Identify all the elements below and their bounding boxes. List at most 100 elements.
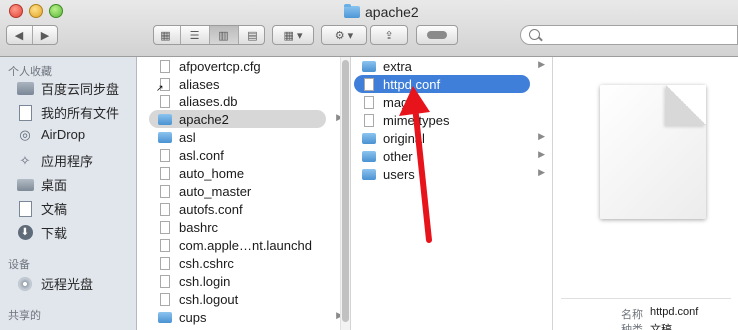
item-label: autofs.conf	[179, 201, 243, 217]
item-label: csh.logout	[179, 291, 239, 307]
item-label: auto_home	[179, 165, 245, 181]
sidebar-item-baidu-sync[interactable]: 百度云同步盘	[16, 79, 119, 98]
tag-button[interactable]	[416, 25, 458, 45]
list-item[interactable]: com.apple…nt.launchd	[137, 236, 350, 254]
sidebar-item-downloads[interactable]: ⬇ 下载	[16, 223, 67, 242]
item-label: aliases.db	[179, 93, 238, 109]
folder-icon	[362, 59, 376, 73]
item-label: csh.login	[179, 273, 231, 289]
list-view-button[interactable]: ☰	[181, 26, 210, 44]
list-item[interactable]: csh.login	[137, 272, 350, 290]
list-item[interactable]: bashrc	[137, 218, 350, 236]
search-field[interactable]	[520, 25, 738, 45]
view-mode-control: ▦ ☰ ▥ ▤	[153, 25, 265, 45]
list-item[interactable]: users ▶	[351, 165, 552, 183]
file-icon	[158, 59, 172, 73]
cover-flow-button[interactable]: ▤	[239, 26, 267, 44]
file-icon	[362, 95, 376, 109]
forward-button[interactable]: ▶	[33, 26, 58, 44]
grid-icon: ▦ ▾	[283, 29, 303, 42]
sidebar-item-label: 文稿	[41, 202, 68, 217]
list-item-selected[interactable]: apache2 ▶	[137, 110, 350, 128]
kind-value: 文稿	[650, 324, 672, 330]
downloads-icon: ⬇	[16, 225, 34, 240]
list-item[interactable]: original ▶	[351, 129, 552, 147]
item-label: other	[383, 148, 413, 164]
scrollbar-thumb[interactable]	[342, 60, 349, 322]
search-icon	[529, 29, 540, 40]
minimize-window-button[interactable]	[29, 4, 43, 18]
item-label: users	[383, 166, 415, 182]
name-value: httpd.conf	[650, 306, 699, 318]
back-button[interactable]: ◀	[7, 26, 33, 44]
folder-icon	[16, 81, 34, 96]
list-item[interactable]: magic	[351, 93, 552, 111]
column-view-button[interactable]: ▥	[209, 26, 239, 44]
list-item[interactable]: asl	[137, 128, 350, 146]
zoom-window-button[interactable]	[49, 4, 63, 18]
list-item[interactable]: asl.conf	[137, 146, 350, 164]
list-view-icon: ☰	[189, 29, 200, 42]
action-button[interactable]: ⚙ ▾	[321, 25, 367, 45]
list-item[interactable]: auto_home	[137, 164, 350, 182]
item-label: original	[383, 130, 425, 146]
icon-view-icon: ▦	[160, 29, 171, 42]
chevron-right-icon: ▶	[40, 29, 50, 42]
list-item[interactable]: other ▶	[351, 147, 552, 165]
list-item[interactable]: csh.logout	[137, 290, 350, 308]
item-label: magic	[383, 94, 418, 110]
share-button[interactable]: ⇪	[370, 25, 408, 45]
folder-icon	[158, 112, 172, 126]
list-item[interactable]: afpovertcp.cfg	[137, 57, 350, 75]
sidebar-item-applications[interactable]: ✧ 应用程序	[16, 151, 93, 170]
sidebar-item-all-my-files[interactable]: 我的所有文件	[16, 103, 119, 122]
sidebar-item-label: 百度云同步盘	[41, 82, 120, 97]
sidebar-item-label: 应用程序	[41, 154, 94, 169]
folder-icon	[362, 131, 376, 145]
disclosure-arrow-icon: ▶	[538, 167, 545, 177]
item-label: extra	[383, 58, 412, 74]
desktop-icon	[16, 177, 34, 192]
sidebar-item-airdrop[interactable]: ◎ AirDrop	[16, 127, 85, 143]
sidebar-item-label: 我的所有文件	[41, 106, 120, 121]
list-item[interactable]: csh.cshrc	[137, 254, 350, 272]
sidebar-item-desktop[interactable]: 桌面	[16, 175, 67, 194]
file-icon	[158, 94, 172, 108]
file-icon	[362, 77, 376, 91]
column-scrollbar[interactable]	[340, 57, 350, 330]
list-item[interactable]: cups ▶	[137, 308, 350, 326]
item-label: afpovertcp.cfg	[179, 58, 261, 74]
arrange-button[interactable]: ▦ ▾	[272, 25, 314, 45]
file-icon	[158, 274, 172, 288]
file-icon	[158, 220, 172, 234]
sidebar-item-documents[interactable]: 文稿	[16, 199, 67, 218]
folder-icon	[158, 310, 172, 324]
share-icon: ⇪	[384, 29, 394, 42]
cover-flow-icon: ▤	[247, 29, 258, 42]
list-item[interactable]: autofs.conf	[137, 200, 350, 218]
shared-header: 共享的	[8, 310, 41, 322]
list-item[interactable]: mime.types	[351, 111, 552, 129]
file-icon	[158, 148, 172, 162]
close-window-button[interactable]	[9, 4, 23, 18]
disclosure-arrow-icon: ▶	[538, 59, 545, 69]
devices-header: 设备	[8, 259, 30, 271]
item-label: httpd.conf	[383, 76, 441, 92]
all-files-icon	[16, 104, 34, 121]
page-curl	[666, 85, 706, 125]
sidebar-item-remote-disc[interactable]: 远程光盘	[16, 274, 93, 293]
list-item[interactable]: aliases	[137, 75, 350, 94]
item-label: csh.cshrc	[179, 255, 234, 271]
list-item[interactable]: extra ▶	[351, 57, 552, 75]
kind-label: 种类	[621, 324, 643, 330]
icon-view-button[interactable]: ▦	[152, 26, 181, 44]
sidebar-item-label: 下载	[41, 226, 68, 241]
window-title: apache2	[344, 3, 419, 21]
column-view-icon: ▥	[218, 29, 229, 42]
file-icon	[158, 256, 172, 270]
preview-divider	[561, 298, 731, 299]
item-label: auto_master	[179, 183, 252, 199]
list-item-selected[interactable]: httpd.conf	[351, 75, 552, 93]
list-item[interactable]: aliases.db	[137, 92, 350, 110]
list-item[interactable]: auto_master	[137, 182, 350, 200]
